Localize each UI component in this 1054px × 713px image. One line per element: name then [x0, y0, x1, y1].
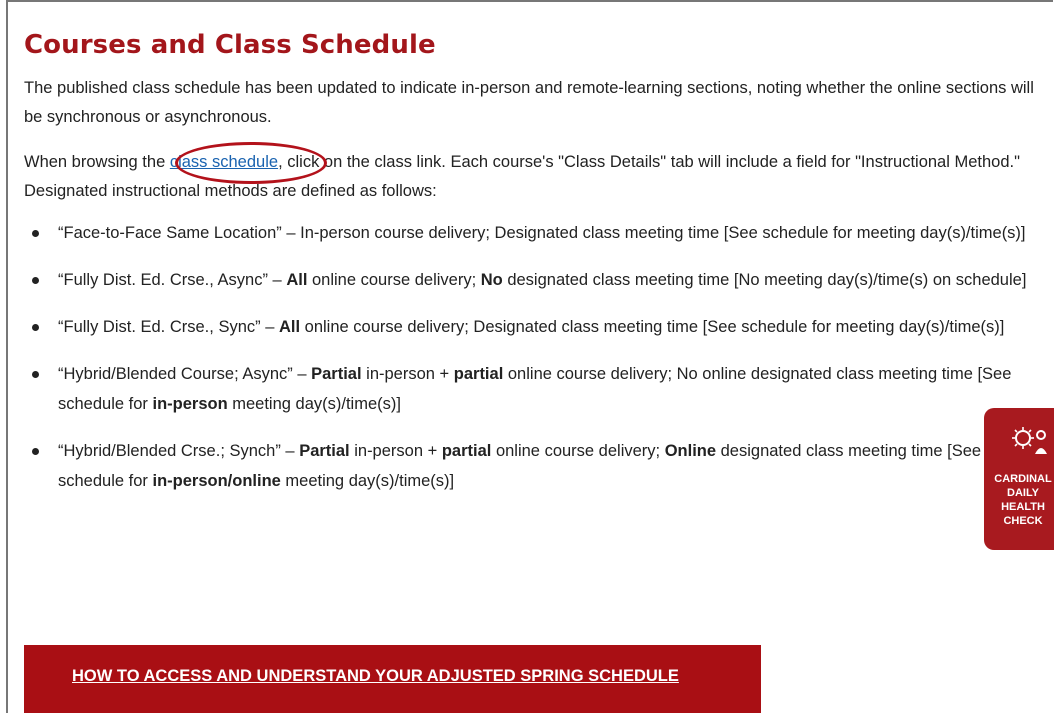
list-item: “Fully Dist. Ed. Crse., Sync” – All onli…	[24, 312, 1044, 342]
list-item: “Hybrid/Blended Crse.; Synch” – Partial …	[24, 436, 1044, 496]
intro-paragraph: The published class schedule has been up…	[24, 79, 1034, 126]
bullet-icon	[32, 371, 39, 378]
bullet-icon	[32, 277, 39, 284]
main-content: Courses and Class Schedule The published…	[24, 30, 1034, 513]
page-title: Courses and Class Schedule	[24, 30, 436, 60]
bullet-icon	[32, 324, 39, 331]
bullet-icon	[32, 230, 39, 237]
list-item: “Fully Dist. Ed. Crse., Async” – All onl…	[24, 265, 1044, 295]
virus-icon	[1012, 427, 1047, 454]
list-item: “Face-to-Face Same Location” – In-person…	[24, 218, 1044, 248]
spring-schedule-banner[interactable]: HOW TO ACCESS AND UNDERSTAND YOUR ADJUST…	[24, 645, 761, 713]
health-check-label: CARDINAL DAILY HEALTH CHECK	[994, 473, 1052, 527]
daily-health-check-widget[interactable]: CARDINAL DAILY HEALTH CHECK	[984, 408, 1054, 550]
spring-schedule-link[interactable]: HOW TO ACCESS AND UNDERSTAND YOUR ADJUST…	[72, 667, 679, 686]
instructional-methods-list: “Face-to-Face Same Location” – In-person…	[24, 218, 1034, 496]
list-item: “Hybrid/Blended Course; Async” – Partial…	[24, 359, 1044, 419]
browse-paragraph: When browsing the class schedule, click …	[24, 142, 1034, 206]
bullet-icon	[32, 448, 39, 455]
browse-text-pre: When browsing the	[24, 153, 170, 171]
highlight-circle	[175, 142, 327, 184]
